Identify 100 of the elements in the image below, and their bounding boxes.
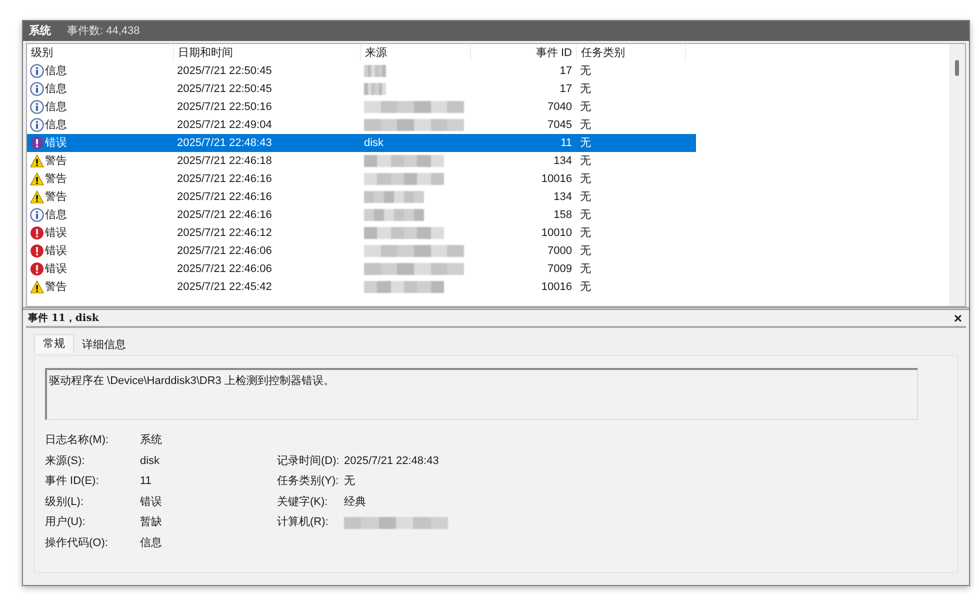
source-cell: disk (364, 136, 384, 149)
level-text: 信息 (45, 64, 67, 79)
date-cell: 2025/7/21 22:45:42 (177, 280, 272, 293)
date-cell: 2025/7/21 22:50:45 (177, 82, 272, 95)
error-icon (30, 226, 44, 240)
field-label: 事件 ID(E): (45, 474, 100, 490)
date-cell: 2025/7/21 22:49:04 (177, 118, 272, 131)
error-icon (30, 136, 44, 150)
task-cell: 无 (580, 226, 591, 239)
task-cell: 无 (580, 82, 591, 95)
event-row[interactable]: 错误 2025/7/21 22:46:12 10010 无 (27, 224, 696, 242)
event-row[interactable]: 警告 2025/7/21 22:46:18 134 无 (27, 152, 696, 170)
date-cell: 2025/7/21 22:50:16 (177, 100, 272, 113)
info-icon (30, 64, 44, 78)
date-cell: 2025/7/21 22:46:18 (177, 154, 272, 167)
field-label: 记录时间(D): (277, 454, 340, 469)
level-text: 警告 (45, 280, 67, 295)
event-id-cell-text: 17 (560, 64, 572, 79)
tab[interactable]: 详细信息 (74, 336, 134, 355)
column-header[interactable]: 来源 (360, 44, 470, 62)
event-id-cell-text: 11 (560, 136, 572, 151)
level-text: 警告 (45, 172, 67, 187)
warning-icon (30, 190, 44, 204)
date-cell: 2025/7/21 22:46:06 (177, 262, 272, 275)
window-title: 系统 (29, 24, 51, 39)
field-label: 用户(U): (45, 514, 86, 530)
field-value: 暂缺 (140, 515, 162, 530)
column-header[interactable]: 日期和时间 (173, 44, 360, 62)
event-row[interactable]: 警告 2025/7/21 22:46:16 134 无 (27, 188, 696, 206)
column-header[interactable]: 级别 (27, 44, 173, 62)
error-icon (30, 244, 44, 258)
event-id-cell-text: 134 (554, 154, 572, 169)
date-cell: 2025/7/21 22:46:16 (177, 208, 272, 221)
level-text: 警告 (45, 190, 67, 205)
event-row[interactable]: 信息 2025/7/21 22:50:45 17 无 (27, 62, 696, 80)
field-label: 级别(L): (45, 494, 84, 510)
date-cell: 2025/7/21 22:46:16 (177, 190, 272, 203)
warning-icon (30, 280, 44, 294)
field-label: 操作代码(O): (45, 536, 109, 552)
date-cell: 2025/7/21 22:48:43 (177, 136, 272, 149)
detail-title: 事件 11，disk (28, 312, 99, 326)
close-button[interactable]: × (954, 311, 964, 325)
event-row[interactable]: 信息 2025/7/21 22:50:45 17 无 (27, 80, 696, 98)
date-cell: 2025/7/21 22:46:06 (177, 244, 272, 257)
field-value: 错误 (140, 494, 162, 510)
warning-icon (30, 172, 44, 186)
event-id-cell-text: 17 (560, 82, 572, 97)
scrollbar[interactable] (949, 44, 965, 306)
event-count: 事件数: 44,438 (67, 24, 140, 39)
level-text: 警告 (45, 154, 67, 169)
field-value: 2025/7/21 22:48:43 (344, 454, 439, 469)
info-icon (30, 82, 44, 96)
warning-icon (30, 154, 44, 168)
task-cell: 无 (580, 136, 591, 149)
task-cell: 无 (580, 154, 591, 167)
task-cell: 无 (580, 118, 591, 131)
task-cell: 无 (580, 280, 591, 293)
column-header[interactable]: 任务类别 (576, 44, 686, 62)
info-icon (30, 100, 44, 114)
event-id-cell-text: 10016 (541, 280, 572, 295)
date-cell: 2025/7/21 22:50:45 (177, 64, 272, 77)
event-message: 驱动程序在 \Device\Harddisk3\DR3 上检测到控制器错误。 (49, 375, 334, 387)
event-id-cell-text: 7040 (548, 100, 572, 115)
field-label: 关键字(K): (277, 494, 329, 510)
field-value: 经典 (344, 494, 366, 510)
event-id-cell-text: 7000 (548, 244, 572, 259)
event-row[interactable]: 错误 2025/7/21 22:46:06 7000 无 (27, 242, 696, 260)
event-row[interactable]: 信息 2025/7/21 22:46:16 158 无 (27, 206, 696, 224)
task-cell: 无 (580, 100, 591, 113)
field-label: 来源(S): (45, 454, 86, 469)
level-text: 错误 (45, 226, 67, 241)
event-row[interactable]: 警告 2025/7/21 22:45:42 10016 无 (27, 278, 696, 296)
event-id-cell-text: 10016 (541, 172, 572, 187)
event-row[interactable]: 信息 2025/7/21 22:49:04 7045 无 (27, 116, 696, 134)
field-value: 11 (140, 474, 152, 490)
event-row[interactable]: 警告 2025/7/21 22:46:16 10016 无 (27, 170, 696, 188)
event-row[interactable]: 错误 2025/7/21 22:46:06 7009 无 (27, 260, 696, 278)
level-text: 信息 (45, 208, 67, 223)
date-cell: 2025/7/21 22:46:16 (177, 172, 272, 185)
field-label: 计算机(R): (277, 515, 330, 530)
event-id-cell-text: 134 (554, 190, 572, 205)
event-id-cell-text: 10010 (541, 226, 572, 241)
tab[interactable]: 常规 (34, 334, 74, 353)
event-row[interactable]: 错误 2025/7/21 22:48:43 disk 11 无 (27, 134, 696, 152)
info-icon (30, 118, 44, 132)
task-cell: 无 (580, 172, 591, 185)
event-row[interactable]: 信息 2025/7/21 22:50:16 7040 无 (27, 98, 696, 116)
task-cell: 无 (580, 208, 591, 221)
info-icon (30, 208, 44, 222)
task-cell: 无 (580, 244, 591, 257)
level-text: 信息 (45, 100, 67, 115)
date-cell: 2025/7/21 22:46:12 (177, 226, 272, 239)
task-cell: 无 (580, 262, 591, 275)
task-cell: 无 (580, 190, 591, 203)
level-text: 错误 (45, 244, 67, 259)
field-value: 信息 (140, 536, 162, 552)
field-label: 日志名称(M): (45, 432, 110, 448)
column-header[interactable]: 事件 ID (470, 44, 576, 62)
field-value: 系统 (140, 432, 162, 448)
error-icon (30, 262, 44, 276)
